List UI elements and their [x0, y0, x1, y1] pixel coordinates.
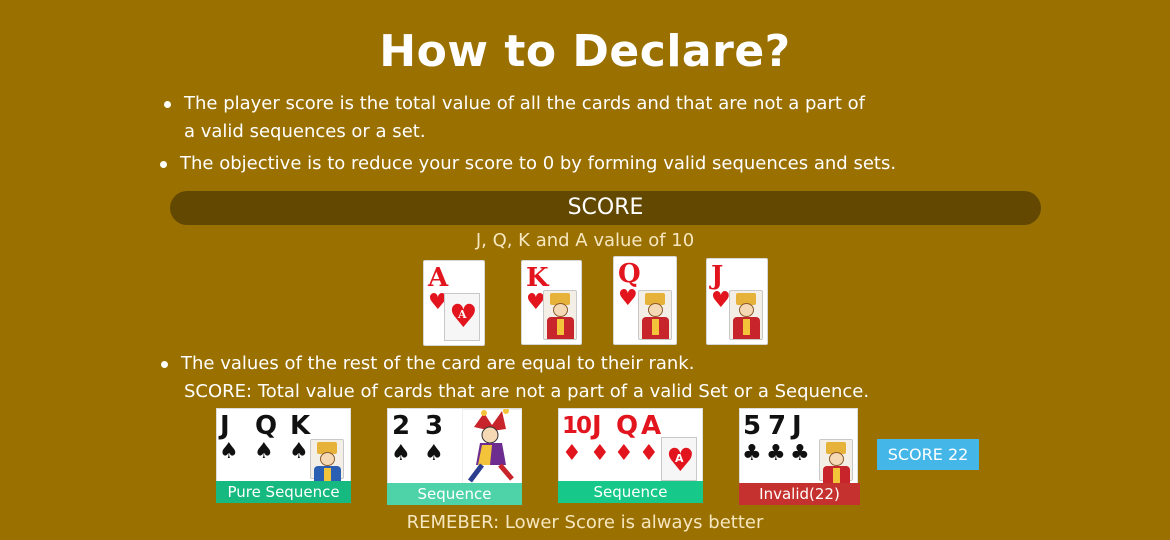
card-rank: J — [711, 261, 724, 291]
card-queen-hearts: Q ♥ — [613, 256, 677, 345]
spade-icon: ♠ — [391, 441, 411, 466]
remember-note: REMEBER: Lower Score is always better — [406, 512, 764, 533]
heart-icon: ♥ — [618, 286, 638, 311]
king-portrait-icon — [310, 439, 344, 488]
card-rank: A — [428, 263, 449, 293]
hand-label: Sequence — [558, 481, 703, 503]
jack-portrait-icon — [819, 439, 853, 488]
card-rank: K — [290, 411, 311, 441]
hand-label: Invalid(22) — [739, 483, 860, 505]
card-rank: 5 — [743, 411, 762, 441]
hand-pure-sequence: J ♠ Q ♠ K ♠ — [216, 408, 351, 488]
bullet-text: The values of the rest of the card are e… — [181, 353, 695, 374]
spade-icon: ♠ — [254, 439, 274, 464]
heart-illustration-icon: ♥ A — [661, 437, 697, 481]
card-rank: Q — [616, 411, 639, 441]
diamond-icon: ♦ — [590, 441, 610, 466]
card-rank: K — [526, 263, 549, 293]
card-rank: 7 — [768, 411, 787, 441]
card-rank: 2 — [392, 411, 411, 441]
spade-icon: ♠ — [289, 439, 309, 464]
club-icon: ♣ — [790, 441, 810, 466]
bullet-text-continued: a valid sequences or a set. — [184, 121, 426, 142]
card-rank: J — [220, 411, 230, 441]
bullet-text: The objective is to reduce your score to… — [180, 153, 897, 174]
card-rank: Q — [255, 411, 278, 441]
total-score-badge: SCORE 22 — [877, 439, 979, 470]
spade-icon: ♠ — [219, 439, 239, 464]
bullet-dot — [164, 101, 171, 108]
card-king-hearts: K ♥ — [521, 260, 582, 345]
bullet-text: The player score is the total value of a… — [184, 93, 865, 114]
bullet-rank-values: The values of the rest of the card are e… — [161, 350, 870, 406]
hand-label: Pure Sequence — [216, 481, 351, 503]
joker-icon — [462, 409, 522, 485]
diamond-icon: ♦ — [614, 441, 634, 466]
card-rank: 3 — [425, 411, 444, 441]
jack-portrait-icon — [729, 290, 763, 340]
page-title: How to Declare? — [379, 26, 791, 77]
diamond-icon: ♦ — [639, 441, 659, 466]
hand-sequence-with-joker: 2 ♠ 3 ♠ — [387, 408, 522, 485]
bullet-dot — [160, 161, 167, 168]
hand-label: Sequence — [387, 483, 522, 505]
club-icon: ♣ — [766, 441, 786, 466]
card-rank: J — [792, 411, 802, 441]
score-header-bar: SCORE — [170, 191, 1041, 225]
card-rank: J — [592, 411, 602, 441]
bullet-score-definition: The player score is the total value of a… — [164, 90, 865, 146]
bullet-text-continued: SCORE: Total value of cards that are not… — [184, 381, 870, 402]
spade-icon: ♠ — [424, 441, 444, 466]
face-value-note: J, Q, K and A value of 10 — [475, 230, 695, 251]
king-portrait-icon — [543, 290, 577, 340]
hand-sequence-diamonds: 10 ♦ J ♦ Q ♦ A ♦ ♥ A — [558, 408, 703, 484]
card-ace-hearts: A ♥ ♥ A — [423, 260, 485, 346]
card-rank: A — [641, 411, 662, 441]
card-rank: Q — [618, 259, 641, 289]
hand-invalid: 5 ♣ 7 ♣ J ♣ — [739, 408, 858, 488]
card-jack-hearts: J ♥ — [706, 258, 768, 345]
card-rank: 10 — [562, 413, 592, 439]
bullet-dot — [161, 361, 168, 368]
diamond-icon: ♦ — [562, 441, 582, 466]
queen-portrait-icon — [638, 290, 672, 340]
club-icon: ♣ — [742, 441, 762, 466]
heart-icon: ♥ — [711, 288, 731, 313]
heart-illustration-icon: ♥ A — [444, 293, 480, 341]
bullet-objective: The objective is to reduce your score to… — [160, 150, 897, 178]
